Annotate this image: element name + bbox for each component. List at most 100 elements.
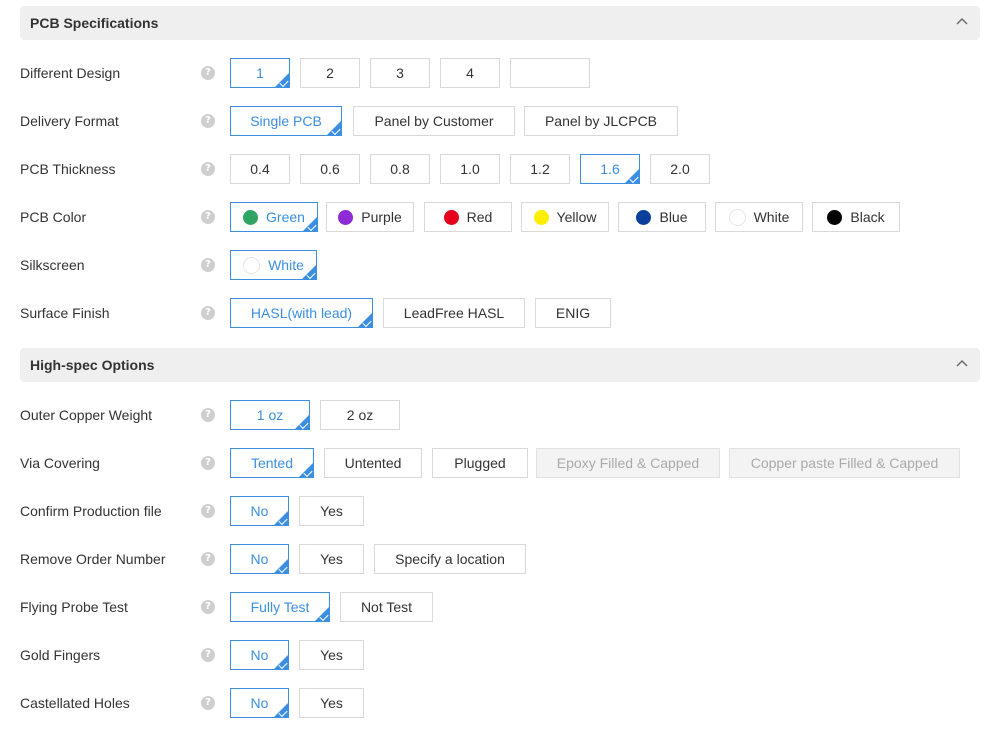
help-icon[interactable]: ? xyxy=(201,648,215,662)
option-yes[interactable]: Yes xyxy=(299,496,364,526)
chevron-up-icon[interactable] xyxy=(954,356,970,372)
option-label: Epoxy Filled & Capped xyxy=(556,455,700,471)
option-label: Not Test xyxy=(360,599,413,615)
option-label: White xyxy=(753,209,790,225)
option-1-6[interactable]: 1.6 xyxy=(580,154,640,184)
option-1[interactable]: 1 xyxy=(230,58,290,88)
option-blue[interactable]: Blue xyxy=(618,202,706,232)
color-swatch-white xyxy=(728,208,746,226)
option-green[interactable]: Green xyxy=(230,202,318,232)
option-label: Yes xyxy=(320,695,343,711)
help-icon[interactable]: ? xyxy=(201,696,215,710)
help-icon[interactable]: ? xyxy=(201,456,215,470)
check-icon xyxy=(303,467,313,478)
check-icon xyxy=(299,419,309,430)
help-icon[interactable]: ? xyxy=(201,504,215,518)
check-icon xyxy=(306,269,316,280)
option-no[interactable]: No xyxy=(230,496,289,526)
option-2-oz[interactable]: 2 oz xyxy=(320,400,400,430)
option-leadfree-hasl[interactable]: LeadFree HASL xyxy=(383,298,525,328)
option-blank[interactable] xyxy=(510,58,590,88)
option-0-8[interactable]: 0.8 xyxy=(370,154,430,184)
option-label: 1 oz xyxy=(256,407,284,423)
option-label: Panel by JLCPCB xyxy=(544,113,658,129)
option-label: HASL(with lead) xyxy=(250,305,353,321)
option-4[interactable]: 4 xyxy=(440,58,500,88)
field-label: Silkscreen xyxy=(20,257,85,273)
row-gold-fingers: Gold Fingers? No Yes xyxy=(0,640,998,670)
option-label: 0.6 xyxy=(320,161,340,177)
option-3[interactable]: 3 xyxy=(370,58,430,88)
color-swatch-white xyxy=(243,256,261,274)
option-tented[interactable]: Tented xyxy=(230,448,314,478)
help-icon[interactable]: ? xyxy=(201,210,215,224)
option-black[interactable]: Black xyxy=(812,202,900,232)
option-label: White xyxy=(268,257,304,273)
option-plugged[interactable]: Plugged xyxy=(432,448,528,478)
row-via-covering: Via Covering? Tented Untented Plugged Epoxy … xyxy=(0,448,998,478)
help-icon[interactable]: ? xyxy=(201,600,215,614)
option-label: 1.2 xyxy=(530,161,550,177)
option-no[interactable]: No xyxy=(230,544,289,574)
option-panel-by-customer[interactable]: Panel by Customer xyxy=(353,106,515,136)
option-0-4[interactable]: 0.4 xyxy=(230,154,290,184)
field-label: Via Covering xyxy=(20,455,100,471)
check-icon xyxy=(362,317,372,328)
option-label: Red xyxy=(466,209,493,225)
help-icon[interactable]: ? xyxy=(201,552,215,566)
option-yes[interactable]: Yes xyxy=(299,544,364,574)
option-label: No xyxy=(250,551,269,567)
field-label: PCB Color xyxy=(20,209,87,225)
help-icon[interactable]: ? xyxy=(201,306,215,320)
option-red[interactable]: Red xyxy=(424,202,512,232)
option-specify-a-location[interactable]: Specify a location xyxy=(374,544,526,574)
help-icon[interactable]: ? xyxy=(201,66,215,80)
option-label: Yellow xyxy=(556,209,597,225)
field-label: Gold Fingers xyxy=(20,647,101,663)
option-0-6[interactable]: 0.6 xyxy=(300,154,360,184)
color-swatch-red xyxy=(443,209,459,225)
option-single-pcb[interactable]: Single PCB xyxy=(230,106,342,136)
option-1-oz[interactable]: 1 oz xyxy=(230,400,310,430)
check-icon xyxy=(629,173,639,184)
chevron-up-icon[interactable] xyxy=(954,14,970,30)
check-icon xyxy=(319,611,329,622)
row-pcb-thickness: PCB Thickness? 0.4 0.6 0.8 1.0 1.2 1.6 2.0 xyxy=(0,154,998,184)
option-purple[interactable]: Purple xyxy=(326,202,414,232)
option-white[interactable]: White xyxy=(715,202,803,232)
option-yes[interactable]: Yes xyxy=(299,688,364,718)
option-fully-test[interactable]: Fully Test xyxy=(230,592,330,622)
option-2[interactable]: 2 xyxy=(300,58,360,88)
option-1-0[interactable]: 1.0 xyxy=(440,154,500,184)
field-label: Delivery Format xyxy=(20,113,119,129)
option-label: Yes xyxy=(320,647,343,663)
option-label: Plugged xyxy=(454,455,506,471)
option-untented[interactable]: Untented xyxy=(324,448,422,478)
option-enig[interactable]: ENIG xyxy=(535,298,611,328)
option-2-0[interactable]: 2.0 xyxy=(650,154,710,184)
option-not-test[interactable]: Not Test xyxy=(340,592,433,622)
option-white[interactable]: White xyxy=(230,250,317,280)
help-icon[interactable]: ? xyxy=(201,408,215,422)
option-label: 3 xyxy=(396,65,404,81)
help-icon[interactable]: ? xyxy=(201,162,215,176)
help-icon[interactable]: ? xyxy=(201,258,215,272)
option-no[interactable]: No xyxy=(230,688,289,718)
field-label: Surface Finish xyxy=(20,305,110,321)
field-label: Flying Probe Test xyxy=(20,599,128,615)
option-yes[interactable]: Yes xyxy=(299,640,364,670)
option-yellow[interactable]: Yellow xyxy=(521,202,609,232)
option-copper-paste-filled-capped: Copper paste Filled & Capped xyxy=(729,448,960,478)
section-header-high-spec-options[interactable]: High-spec Options xyxy=(20,348,980,382)
option-label: No xyxy=(250,503,269,519)
option-panel-by-jlcpcb[interactable]: Panel by JLCPCB xyxy=(524,106,678,136)
option-label: Untented xyxy=(344,455,402,471)
help-icon[interactable]: ? xyxy=(201,114,215,128)
option-hasl-with-lead[interactable]: HASL(with lead) xyxy=(230,298,373,328)
option-label: Green xyxy=(266,209,305,225)
option-no[interactable]: No xyxy=(230,640,289,670)
field-label: Castellated Holes xyxy=(20,695,130,711)
section-header-pcb-specifications[interactable]: PCB Specifications xyxy=(20,6,980,40)
option-1-2[interactable]: 1.2 xyxy=(510,154,570,184)
option-label: 1 xyxy=(256,65,264,81)
